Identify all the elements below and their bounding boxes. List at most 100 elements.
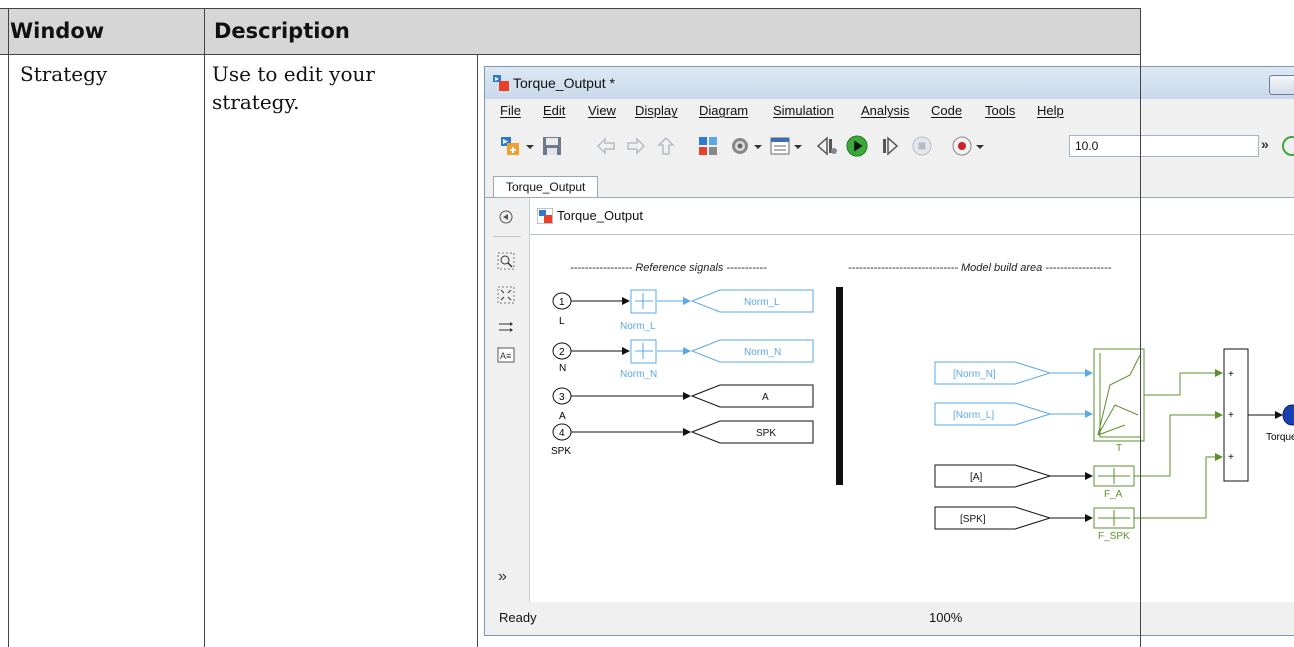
tab-torque-output[interactable]: Torque_Output — [493, 176, 599, 197]
simulink-window: Torque_Output * File Edit View Display D… — [484, 66, 1294, 636]
up-icon[interactable] — [655, 135, 677, 157]
from-block[interactable]: [Norm_L] — [934, 402, 1052, 426]
check-icon[interactable] — [1281, 135, 1294, 157]
goto-block[interactable]: Norm_N — [690, 339, 814, 363]
chevron-down-icon[interactable] — [793, 135, 803, 157]
svg-text:Norm_N: Norm_N — [620, 369, 657, 380]
from-block[interactable]: [Norm_N] — [934, 361, 1052, 385]
svg-text:N: N — [559, 363, 566, 374]
inport-block[interactable]: 3 A — [552, 387, 572, 422]
stop-icon[interactable] — [911, 135, 933, 157]
reference-signals-header: ----------------- Reference signals ----… — [570, 262, 767, 274]
zoom-icon[interactable] — [497, 252, 515, 270]
menu-tools[interactable]: Tools — [985, 103, 1015, 118]
svg-text:[A]: [A] — [970, 472, 982, 483]
norm-block[interactable]: Norm_L — [620, 289, 657, 332]
svg-text:SPK: SPK — [551, 446, 571, 457]
svg-text:A: A — [559, 411, 566, 422]
svg-text:3: 3 — [559, 392, 565, 403]
stop-time-value: 10.0 — [1075, 139, 1099, 153]
menu-view[interactable]: View — [588, 103, 616, 118]
tab-strip: Torque_Output — [485, 173, 1294, 197]
menu-bar: File Edit View Display Diagram Simulatio… — [485, 99, 1294, 121]
chevron-down-icon[interactable] — [525, 135, 535, 157]
svg-text:F_SPK: F_SPK — [1098, 531, 1130, 542]
menu-simulation[interactable]: Simulation — [773, 103, 834, 118]
inport-block[interactable]: 4 SPK — [551, 423, 572, 457]
header-window: Window — [10, 19, 105, 43]
svg-text:Torque: Torque — [1266, 432, 1294, 443]
fit-view-icon[interactable] — [497, 286, 515, 304]
simulink-model-icon — [493, 75, 509, 91]
forward-icon[interactable] — [625, 135, 647, 157]
svg-text:1: 1 — [559, 297, 565, 308]
model-settings-icon[interactable] — [729, 135, 751, 157]
svg-text:Norm_L: Norm_L — [620, 321, 656, 332]
svg-text:A≡: A≡ — [500, 351, 511, 361]
norm-block[interactable]: Norm_N — [620, 339, 657, 380]
breadcrumb-label: Torque_Output — [557, 208, 644, 223]
svg-text:Norm_N: Norm_N — [744, 347, 781, 358]
lookup-table-block[interactable]: T — [1093, 348, 1145, 454]
from-block[interactable]: [SPK] — [934, 506, 1052, 530]
annotation-icon[interactable]: A≡ — [497, 346, 515, 364]
menu-edit[interactable]: Edit — [543, 103, 565, 118]
inport-block[interactable]: 2 N — [552, 342, 572, 374]
inport-block[interactable]: 1 L — [552, 292, 572, 327]
chevron-down-icon[interactable] — [753, 135, 763, 157]
header-description: Description — [214, 19, 350, 43]
table-border-left — [8, 8, 9, 647]
svg-text:4: 4 — [559, 428, 565, 439]
menu-diagram[interactable]: Diagram — [699, 103, 748, 118]
library-browser-icon[interactable] — [697, 135, 719, 157]
menu-display[interactable]: Display — [635, 103, 678, 118]
goto-block[interactable]: Norm_L — [690, 289, 814, 313]
zoom-level: 100% — [929, 610, 963, 625]
hide-browser-icon[interactable] — [499, 210, 513, 224]
from-block[interactable]: [A] — [934, 464, 1052, 488]
route-lines-icon[interactable] — [497, 318, 515, 336]
toolbar: 10.0 » — [485, 121, 1294, 173]
chevron-down-icon[interactable] — [975, 135, 985, 157]
svg-text:A: A — [762, 392, 769, 403]
minimize-button[interactable] — [1269, 75, 1294, 95]
simulink-model-icon — [537, 208, 553, 224]
window-title: Torque_Output * — [513, 75, 615, 91]
run-icon[interactable] — [845, 135, 869, 157]
menu-analysis[interactable]: Analysis — [861, 103, 909, 118]
menu-code[interactable]: Code — [931, 103, 962, 118]
menu-file[interactable]: File — [500, 103, 521, 118]
svg-text:[Norm_L]: [Norm_L] — [953, 410, 994, 421]
svg-text:[SPK]: [SPK] — [960, 514, 986, 525]
function-block[interactable]: F_SPK — [1093, 507, 1135, 542]
status-bar: Ready 100% — [485, 602, 1294, 635]
stop-time-input[interactable]: 10.0 — [1069, 135, 1259, 157]
svg-text:T: T — [1116, 443, 1122, 454]
status-text: Ready — [499, 610, 537, 625]
sum-block[interactable]: + + + — [1223, 348, 1249, 482]
block-diagram: ----------------- Reference signals ----… — [530, 234, 1294, 603]
record-icon[interactable] — [951, 135, 973, 157]
menu-help[interactable]: Help — [1037, 103, 1064, 118]
table-border-right — [1140, 8, 1141, 647]
function-block[interactable]: F_A — [1093, 465, 1135, 500]
goto-block[interactable]: SPK — [690, 420, 814, 444]
goto-block[interactable]: A — [690, 384, 814, 408]
outport-block[interactable]: Torque — [1266, 404, 1294, 443]
svg-text:[Norm_N]: [Norm_N] — [953, 369, 996, 380]
table-header-row: Window Description — [0, 8, 1141, 55]
step-forward-icon[interactable] — [879, 135, 901, 157]
svg-text:2: 2 — [559, 347, 565, 358]
svg-text:L: L — [559, 316, 565, 327]
divider-bar — [836, 287, 843, 485]
diagram-svg: ----------------- Reference signals ----… — [551, 262, 1294, 542]
save-icon[interactable] — [541, 135, 563, 157]
model-explorer-icon[interactable] — [769, 135, 791, 157]
row-window-name: Strategy — [20, 62, 108, 86]
svg-text:+: + — [1228, 369, 1234, 380]
new-model-icon[interactable] — [499, 135, 521, 157]
back-icon[interactable] — [595, 135, 617, 157]
more-icon[interactable]: » — [1261, 136, 1269, 152]
expand-palette-icon[interactable]: » — [498, 568, 507, 586]
step-back-icon[interactable] — [815, 135, 839, 157]
